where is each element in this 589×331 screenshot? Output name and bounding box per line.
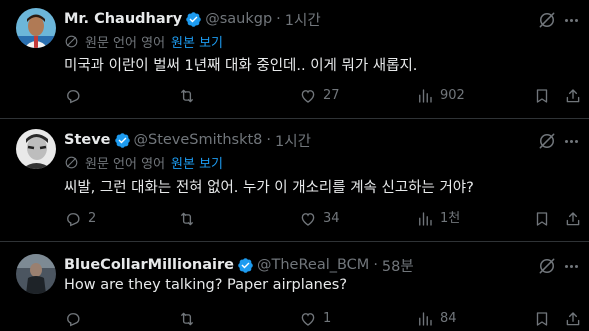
tweet[interactable]: BlueCollarMillionaire @TheReal_BCM · 58분… [0, 242, 589, 331]
show-original-link[interactable]: 원본 보기 [171, 153, 223, 172]
translated-from-label: 원문 언어 영어 [85, 35, 166, 51]
views-button[interactable]: 84 [416, 308, 457, 330]
bookmark-icon [536, 89, 548, 103]
share-button[interactable] [564, 308, 582, 330]
translation-notice: 원문 언어 영어 원본 보기 [64, 32, 223, 51]
more-icon[interactable] [561, 131, 581, 151]
bookmark-icon [536, 312, 548, 326]
timestamp[interactable]: 58분 [382, 255, 414, 276]
tweet-header: Mr. Chaudhary @saukgp · 1시간 [64, 9, 321, 29]
reply-button[interactable] [64, 85, 88, 107]
views-button[interactable]: 902 [416, 85, 465, 107]
globe-icon [65, 35, 78, 47]
bookmark-button[interactable] [533, 85, 551, 107]
heart-icon [301, 90, 315, 103]
action-bar: 1 84 [0, 308, 589, 330]
tweet-header: BlueCollarMillionaire @TheReal_BCM · 58분 [64, 255, 414, 275]
like-button[interactable]: 27 [299, 85, 340, 107]
bookmark-button[interactable] [533, 308, 551, 330]
retweet-button[interactable] [178, 208, 202, 230]
retweet-button[interactable] [178, 308, 202, 330]
retweet-icon [180, 212, 194, 226]
grok-icon[interactable] [537, 256, 557, 276]
share-button[interactable] [564, 208, 582, 230]
reply-button[interactable]: 2 [64, 208, 96, 230]
views-icon [419, 89, 432, 103]
user-handle[interactable]: @TheReal_BCM [257, 257, 369, 273]
views-button[interactable]: 1천 [416, 208, 460, 230]
separator: · [373, 257, 378, 273]
verified-badge-icon [114, 132, 130, 148]
display-name[interactable]: BlueCollarMillionaire [64, 257, 234, 273]
user-handle[interactable]: @SteveSmithskt8 [134, 132, 263, 148]
share-icon [566, 89, 580, 103]
bookmark-button[interactable] [533, 208, 551, 230]
views-icon [419, 212, 432, 226]
verified-badge-icon [238, 257, 253, 273]
heart-icon [301, 313, 315, 326]
share-icon [566, 212, 580, 226]
display-name[interactable]: Steve [64, 132, 111, 148]
heart-icon [301, 213, 315, 226]
tweet-header: Steve @SteveSmithskt8 · 1시간 [64, 130, 311, 150]
timestamp[interactable]: 1시간 [275, 130, 311, 151]
like-button[interactable]: 1 [299, 308, 331, 330]
tweet[interactable]: Steve @SteveSmithskt8 · 1시간 원문 언어 영어 원본 … [0, 119, 589, 241]
timestamp[interactable]: 1시간 [285, 9, 321, 30]
separator: · [276, 11, 281, 27]
tweet-text: How are they talking? Paper airplanes? [64, 277, 348, 293]
display-name[interactable]: Mr. Chaudhary [64, 11, 182, 27]
reply-icon [67, 213, 80, 227]
verified-badge-icon [186, 11, 201, 27]
like-button[interactable]: 34 [299, 208, 340, 230]
avatar[interactable] [16, 129, 56, 169]
avatar[interactable] [16, 8, 56, 48]
avatar[interactable] [16, 254, 56, 294]
retweet-button[interactable] [178, 85, 202, 107]
reply-button[interactable] [64, 308, 88, 330]
reply-icon [67, 90, 80, 104]
share-button[interactable] [564, 85, 582, 107]
translated-from-label: 원문 언어 영어 [85, 156, 166, 172]
retweet-icon [180, 89, 194, 103]
grok-icon[interactable] [537, 131, 557, 151]
share-icon [566, 312, 580, 326]
action-bar: 2 34 1천 [0, 208, 589, 230]
views-icon [419, 312, 432, 326]
separator: · [266, 132, 272, 148]
globe-icon [65, 156, 78, 168]
tweet-text: 미국과 이란이 벌써 1년째 대화 중인데.. 이게 뭐가 새롭지. [64, 58, 418, 74]
more-icon[interactable] [561, 10, 581, 30]
bookmark-icon [536, 212, 548, 226]
reply-icon [67, 313, 80, 327]
show-original-link[interactable]: 원본 보기 [171, 32, 223, 51]
more-icon[interactable] [561, 256, 581, 276]
grok-icon[interactable] [537, 10, 557, 30]
tweet[interactable]: Mr. Chaudhary @saukgp · 1시간 원문 언어 영어 원본 … [0, 0, 589, 118]
tweet-text: 씨발, 그런 대화는 전혀 없어. 누가 이 개소리를 계속 신고하는 거야? [64, 180, 474, 196]
user-handle[interactable]: @saukgp [205, 11, 272, 27]
retweet-icon [180, 312, 194, 326]
action-bar: 27 902 [0, 85, 589, 107]
translation-notice: 원문 언어 영어 원본 보기 [64, 153, 223, 172]
